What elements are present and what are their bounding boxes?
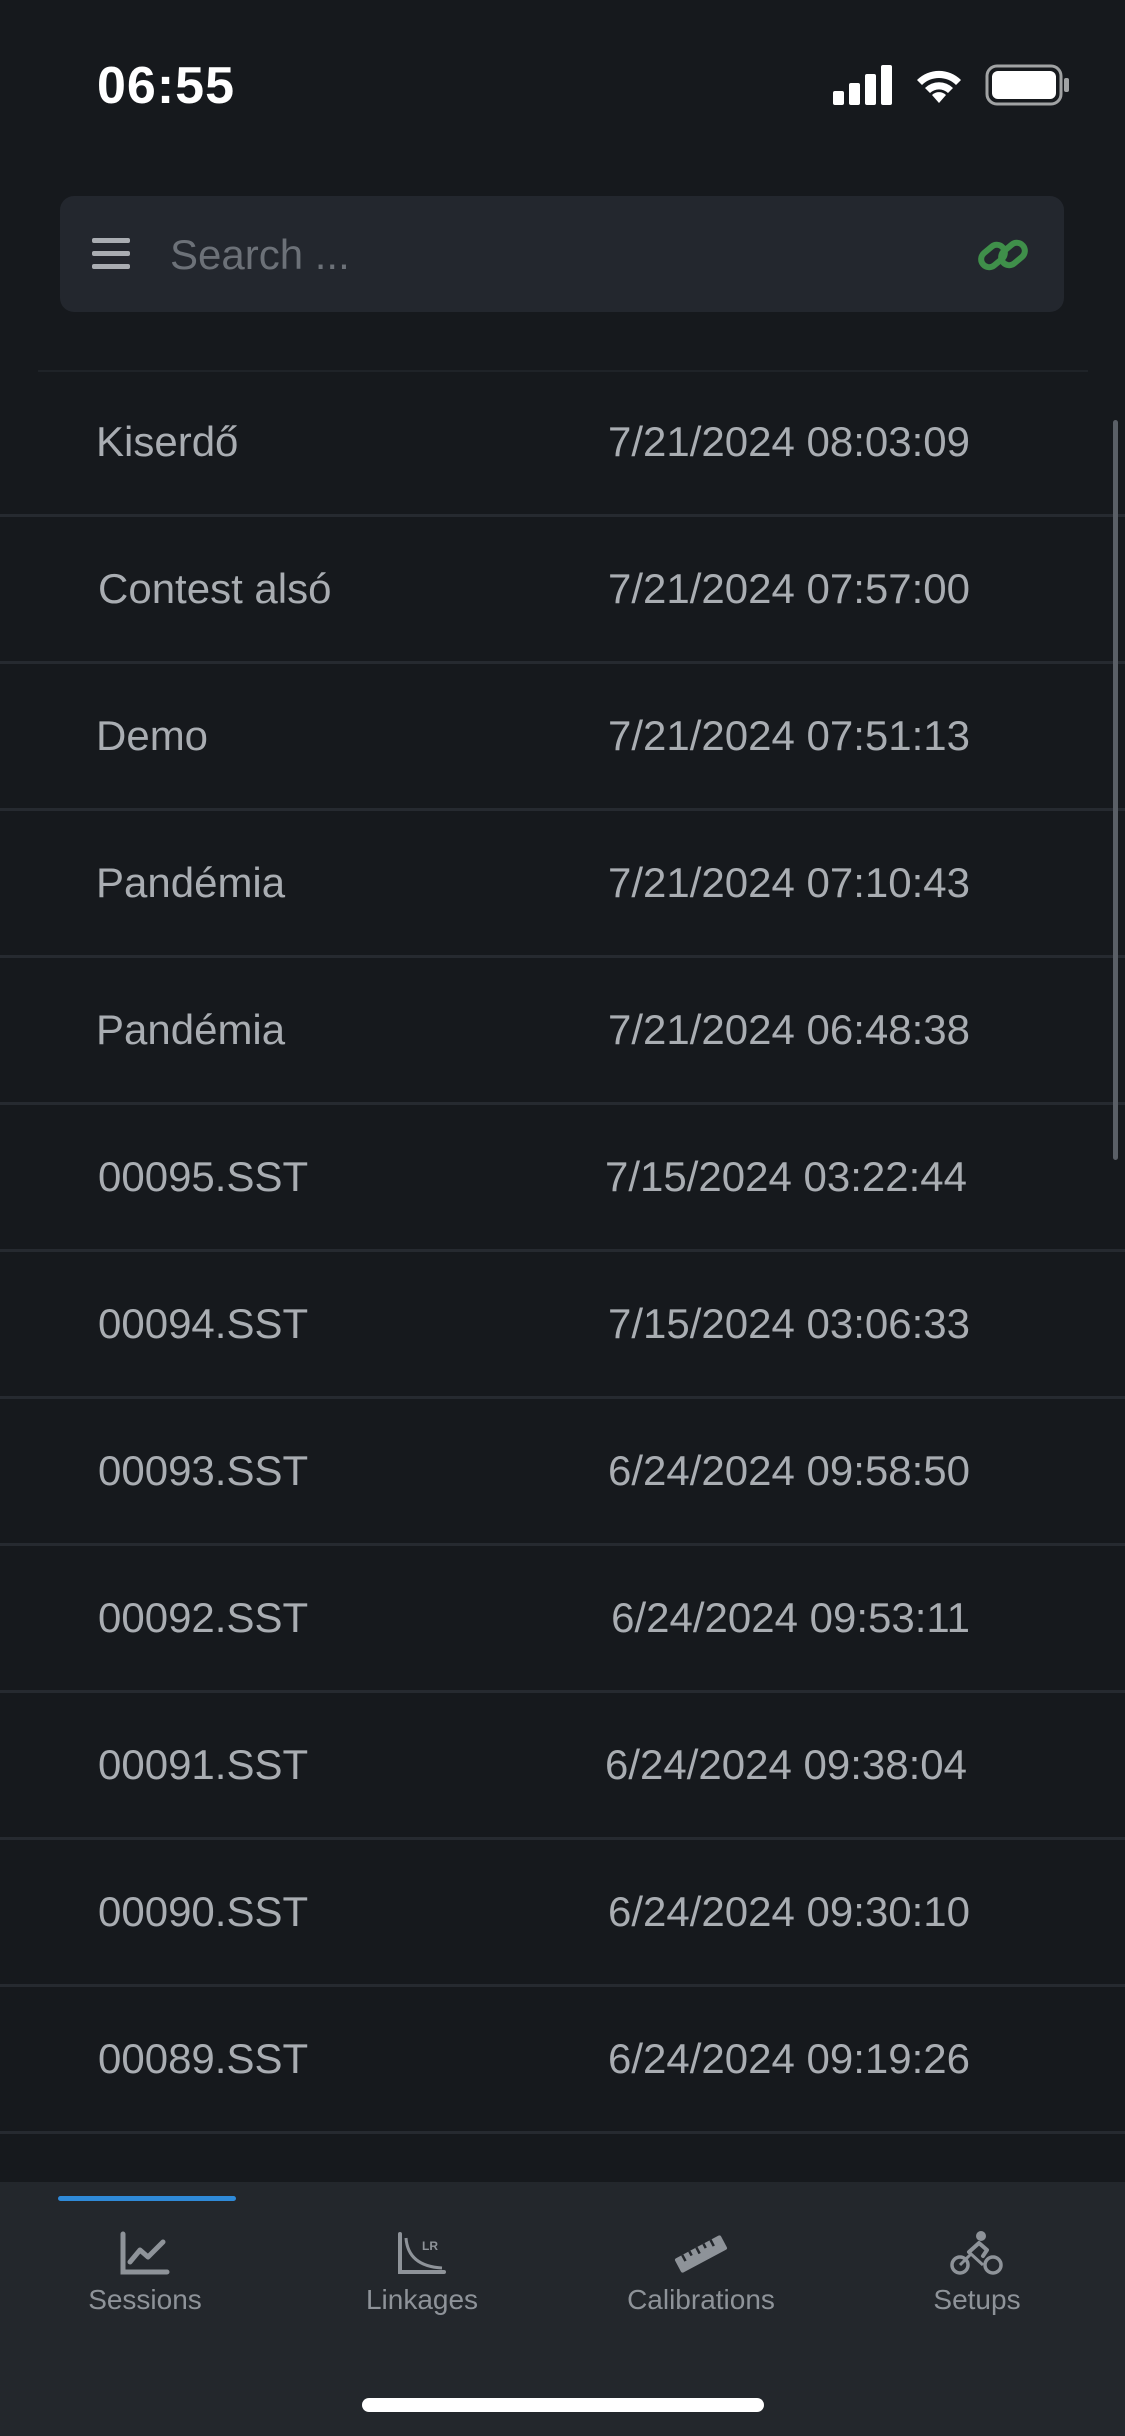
tab-sessions[interactable]: Sessions — [20, 2230, 270, 2340]
session-row[interactable]: 00093.SST 6/24/2024 09:58:50 — [0, 1399, 1125, 1546]
list-scrollbar[interactable] — [1113, 420, 1118, 1160]
session-name: Contest alsó — [98, 565, 332, 612]
status-time: 06:55 — [97, 57, 235, 115]
session-row[interactable]: Kiserdő 7/21/2024 08:03:09 — [0, 370, 1125, 517]
tab-label: Sessions — [88, 2284, 202, 2315]
session-row[interactable]: 00094.SST 7/15/2024 03:06:33 — [0, 1252, 1125, 1399]
session-date: 7/21/2024 06:48:38 — [607, 1006, 970, 1053]
session-name: 00095.SST — [98, 1153, 309, 1200]
session-name: 00094.SST — [98, 1300, 309, 1347]
chart-line-icon — [120, 2231, 170, 2275]
app-screen: 06:55 Search ... Kiserdő 7/21/2024 08:03… — [0, 0, 1125, 2436]
session-name: Kiserdő — [96, 418, 239, 465]
session-name: Pandémia — [96, 859, 286, 906]
hamburger-menu-icon[interactable] — [84, 226, 144, 282]
session-list: Kiserdő 7/21/2024 08:03:09 Contest alsó … — [0, 370, 1125, 2134]
session-row[interactable]: Pandémia 7/21/2024 06:48:38 — [0, 958, 1125, 1105]
cellular-signal-icon — [833, 65, 892, 105]
wifi-icon — [917, 70, 961, 103]
tab-label: Calibrations — [627, 2284, 775, 2315]
session-name: 00091.SST — [98, 1741, 309, 1788]
session-row[interactable]: 00092.SST 6/24/2024 09:53:11 — [0, 1546, 1125, 1693]
tab-label: Linkages — [365, 2284, 479, 2315]
tab-calibrations[interactable]: Calibrations — [576, 2230, 826, 2340]
session-date: 7/21/2024 08:03:09 — [607, 418, 970, 465]
session-date: 6/24/2024 09:30:10 — [607, 1888, 970, 1935]
session-date: 7/15/2024 03:22:44 — [604, 1153, 967, 1200]
session-name: Pandémia — [96, 1006, 286, 1053]
session-row[interactable]: 00095.SST 7/15/2024 03:22:44 — [0, 1105, 1125, 1252]
session-row[interactable]: 00089.SST 6/24/2024 09:19:26 — [0, 1987, 1125, 2134]
session-row[interactable]: 00090.SST 6/24/2024 09:30:10 — [0, 1840, 1125, 1987]
session-date: 7/21/2024 07:10:43 — [607, 859, 970, 906]
ruler-icon — [674, 2235, 728, 2273]
session-date: 6/24/2024 09:19:26 — [607, 2035, 970, 2082]
session-date: 7/15/2024 03:06:33 — [607, 1300, 970, 1347]
session-row[interactable]: Demo 7/21/2024 07:51:13 — [0, 664, 1125, 811]
session-row[interactable]: Pandémia 7/21/2024 07:10:43 — [0, 811, 1125, 958]
cyclist-icon — [950, 2231, 1003, 2275]
search-input[interactable] — [168, 216, 992, 294]
session-date: 7/21/2024 07:51:13 — [607, 712, 970, 759]
session-name: 00089.SST — [98, 2035, 309, 2082]
session-name: 00090.SST — [98, 1888, 309, 1935]
status-bar: 06:55 — [0, 0, 1125, 170]
tab-setups[interactable]: Setups — [852, 2230, 1102, 2340]
tab-label: Setups — [933, 2284, 1021, 2315]
battery-icon — [985, 64, 1069, 106]
session-date: 6/24/2024 09:53:11 — [611, 1594, 970, 1641]
session-date: 6/24/2024 09:38:04 — [604, 1741, 967, 1788]
active-tab-indicator — [58, 2196, 236, 2201]
session-date: 7/21/2024 07:57:00 — [607, 565, 970, 612]
session-name: 00092.SST — [98, 1594, 309, 1641]
session-date: 6/24/2024 09:58:50 — [607, 1447, 970, 1494]
tab-linkages[interactable]: LR Linkages — [297, 2230, 547, 2340]
search-bar — [60, 196, 1064, 312]
session-name: Demo — [96, 712, 209, 759]
link-icon[interactable] — [974, 226, 1032, 284]
leverage-ratio-icon: LR — [398, 2232, 446, 2274]
session-row[interactable]: 00091.SST 6/24/2024 09:38:04 — [0, 1693, 1125, 1840]
status-icons — [833, 64, 1071, 106]
session-name: 00093.SST — [98, 1447, 309, 1494]
session-row[interactable]: Contest alsó 7/21/2024 07:57:00 — [0, 517, 1125, 664]
home-indicator[interactable] — [362, 2398, 764, 2412]
svg-text:LR: LR — [422, 2239, 438, 2253]
